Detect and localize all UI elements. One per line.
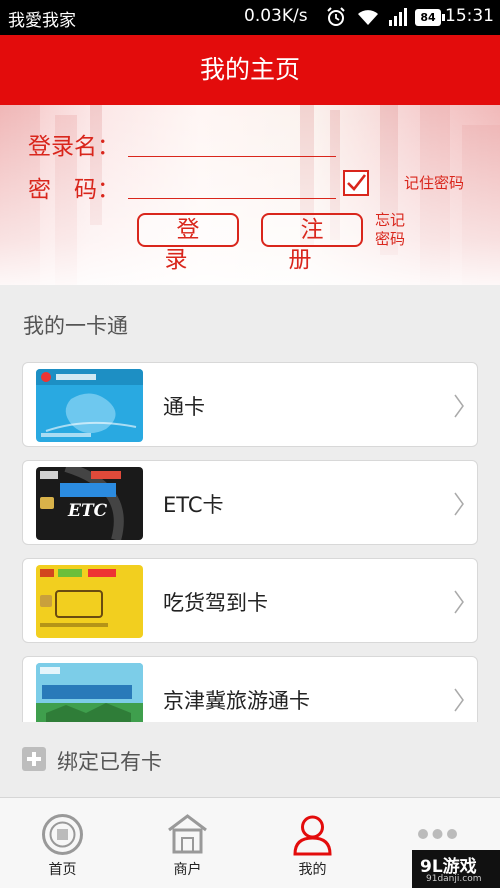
- card-name: 京津冀旅游通卡: [163, 689, 310, 713]
- foodie-card-icon: [40, 569, 116, 627]
- etc-card-icon: ETC: [40, 467, 124, 540]
- carrier-name: 我愛我家: [8, 11, 76, 31]
- login-panel: 登录名： 密 码： 记住密码 登录 注册 忘记 密码: [0, 105, 500, 285]
- tab-shop[interactable]: 商户: [125, 798, 250, 888]
- card-item-jjj-travel[interactable]: 京津冀旅游通卡: [22, 656, 478, 722]
- wifi-icon: [358, 10, 378, 25]
- remember-password-label[interactable]: 记住密码: [404, 174, 464, 193]
- card-item-tongka[interactable]: 通卡: [22, 362, 478, 447]
- tab-label: 我的: [298, 862, 327, 878]
- checkmark-icon: [347, 174, 367, 191]
- username-input[interactable]: [128, 131, 336, 157]
- chevron-right-icon: [454, 492, 464, 516]
- watermark-url: 91danji.com: [426, 874, 482, 884]
- plus-icon: [22, 747, 46, 771]
- tab-home[interactable]: 首页: [0, 798, 125, 888]
- card-thumbnail-tongka: [36, 369, 143, 442]
- login-button[interactable]: 登录: [137, 213, 239, 273]
- tab-label: 首页: [48, 862, 77, 878]
- username-label: 登录名：: [28, 134, 120, 160]
- card-thumbnail-foodie: [36, 565, 143, 638]
- password-input[interactable]: [128, 173, 336, 199]
- card-name: 通卡: [163, 395, 205, 419]
- register-button[interactable]: 注册: [261, 213, 363, 273]
- password-label: 密 码：: [28, 177, 120, 203]
- card-item-foodie[interactable]: 吃货驾到卡: [22, 558, 478, 643]
- bind-card-label: 绑定已有卡: [57, 750, 162, 774]
- card-thumbnail-jjj-travel: [36, 663, 143, 722]
- site-watermark: 9L游戏 91danji.com: [412, 850, 500, 888]
- tab-label: 商户: [173, 862, 202, 878]
- city-map-card-icon: [36, 369, 143, 437]
- card-name: 吃货驾到卡: [163, 591, 268, 615]
- chevron-right-icon: [454, 688, 464, 712]
- network-speed: 0.03K/s: [244, 6, 308, 26]
- tab-mine[interactable]: 我的: [250, 798, 375, 888]
- forgot-password-link[interactable]: 忘记 密码: [375, 211, 405, 249]
- page-title: 我的主页: [0, 35, 500, 105]
- shop-icon: [168, 814, 207, 854]
- home-coin-icon: [42, 814, 83, 855]
- clock: 15:31: [445, 6, 494, 26]
- card-list[interactable]: 通卡 ETC ETC卡 吃货驾到卡 京津冀旅游通卡: [0, 362, 500, 722]
- remember-password-checkbox[interactable]: [343, 170, 369, 196]
- chevron-right-icon: [454, 394, 464, 418]
- battery-icon: 84: [415, 9, 445, 26]
- card-item-etc[interactable]: ETC ETC卡: [22, 460, 478, 545]
- forgot-line-1: 忘记: [375, 211, 406, 229]
- card-thumbnail-etc: ETC: [36, 467, 143, 540]
- section-title: 我的一卡通: [23, 314, 128, 338]
- travel-card-icon: [36, 663, 143, 722]
- card-name: ETC卡: [163, 493, 224, 517]
- alarm-icon: [327, 7, 345, 26]
- forgot-line-2: 密码: [375, 230, 406, 248]
- chevron-right-icon: [454, 590, 464, 614]
- signal-icon: [389, 8, 407, 26]
- person-icon: [293, 815, 332, 856]
- status-bar: 我愛我家 0.03K/s 84 15:31: [0, 0, 500, 35]
- svg-text:ETC: ETC: [67, 501, 108, 521]
